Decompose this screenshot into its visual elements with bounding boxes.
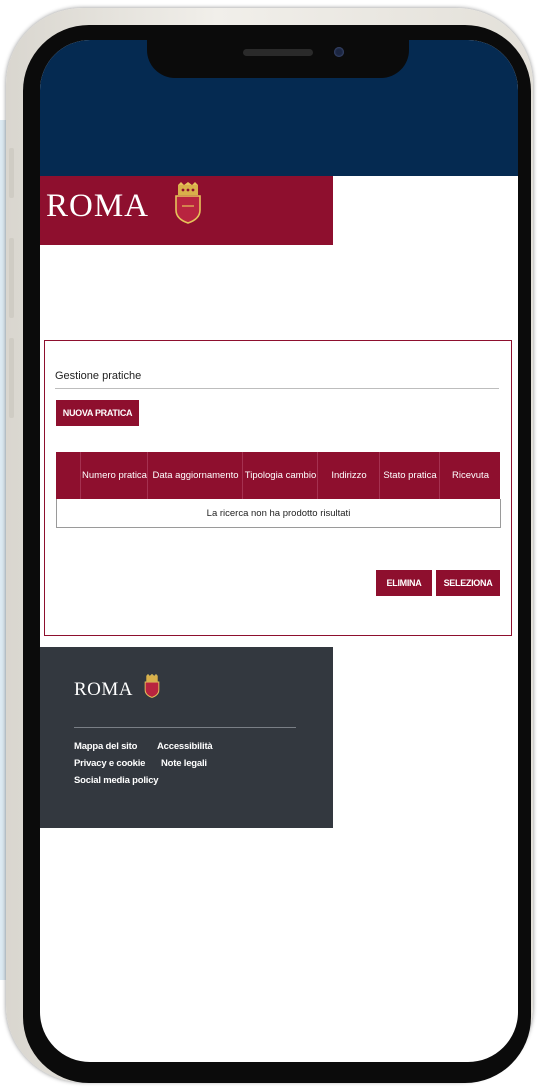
footer-link-note-legali[interactable]: Note legali — [161, 758, 207, 769]
brand-logo-text[interactable]: ROMA — [46, 188, 149, 225]
column-header-indirizzo[interactable]: Indirizzo — [317, 452, 380, 499]
volume-up-button — [9, 238, 14, 318]
phone-notch — [147, 40, 409, 78]
volume-down-button — [9, 338, 14, 418]
footer-brand-text[interactable]: ROMA — [74, 679, 133, 701]
panel-divider — [55, 388, 499, 389]
speaker-grille — [243, 49, 313, 56]
table-header: Numero pratica Data aggiornamento Tipolo… — [56, 452, 500, 499]
column-header-tipologia-cambio[interactable]: Tipologia cambio — [242, 452, 318, 499]
footer-divider — [74, 727, 296, 728]
table-empty-message: La ricerca non ha prodotto risultati — [56, 499, 501, 528]
footer-crest-icon — [144, 674, 160, 698]
footer-link-privacy-e-cookie[interactable]: Privacy e cookie — [74, 758, 145, 769]
column-header-select — [56, 452, 80, 499]
mute-switch — [9, 148, 14, 198]
column-header-stato-pratica[interactable]: Stato pratica — [379, 452, 440, 499]
front-camera-icon — [334, 47, 344, 57]
panel-title: Gestione pratiche — [55, 370, 142, 382]
site-footer: ROMA Mappa del sito Accessibilità Privac… — [40, 647, 333, 828]
column-header-ricevuta[interactable]: Ricevuta — [439, 452, 501, 499]
footer-link-social-media-policy[interactable]: Social media policy — [74, 775, 159, 786]
delete-button[interactable]: ELIMINA — [376, 570, 432, 596]
brand-bar: ROMA — [40, 176, 333, 245]
pratiche-panel: Gestione pratiche NUOVA PRATICA Numero p… — [44, 340, 512, 636]
new-pratica-button[interactable]: NUOVA PRATICA — [56, 400, 139, 426]
column-header-data-aggiornamento[interactable]: Data aggiornamento — [147, 452, 243, 499]
roma-crest-icon — [175, 182, 201, 224]
select-button[interactable]: SELEZIONA — [436, 570, 500, 596]
footer-link-mappa-del-sito[interactable]: Mappa del sito — [74, 741, 137, 752]
phone-screen: ROMA Gestione pratiche NUOVA PRATICA Num… — [40, 40, 518, 1062]
footer-link-accessibilita[interactable]: Accessibilità — [157, 741, 213, 752]
column-header-numero-pratica[interactable]: Numero pratica — [80, 452, 148, 499]
